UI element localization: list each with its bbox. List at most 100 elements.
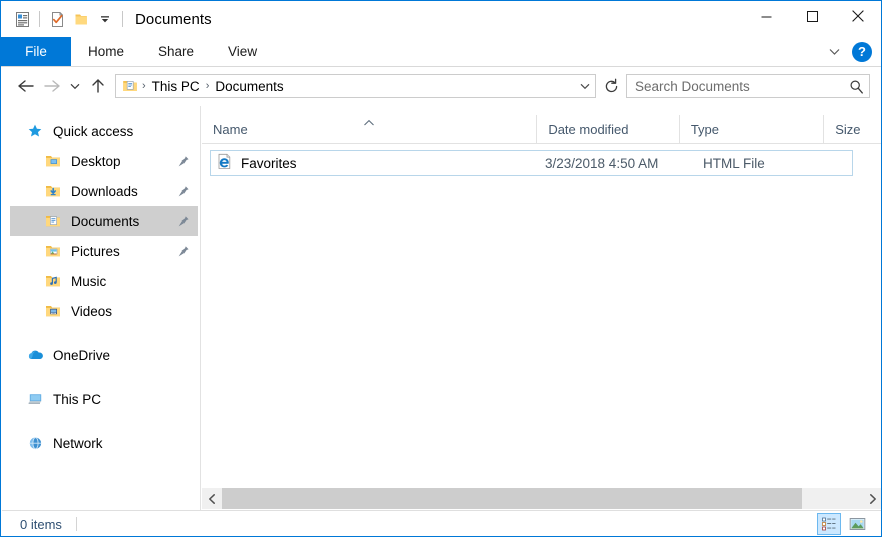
pin-icon[interactable] (177, 155, 190, 168)
tab-file[interactable]: File (1, 37, 71, 66)
scrollbar-thumb[interactable] (222, 488, 802, 509)
tab-share[interactable]: Share (141, 37, 211, 66)
sidebar-item-desktop[interactable]: Desktop (10, 146, 198, 176)
column-header-name[interactable]: Name (202, 115, 536, 143)
folder-downloads-icon (42, 183, 64, 199)
folder-music-icon (42, 273, 64, 289)
horizontal-scrollbar[interactable] (202, 488, 881, 509)
pin-icon[interactable] (177, 245, 190, 258)
folder-icon[interactable] (70, 8, 92, 30)
folder-documents-icon (42, 213, 64, 229)
sidebar-gap-1 (2, 326, 200, 340)
address-bar: › This PC › Documents (1, 67, 881, 105)
chevron-down-icon[interactable] (823, 41, 845, 63)
sidebar-label-onedrive: OneDrive (53, 347, 111, 363)
column-label-type: Type (690, 121, 719, 137)
sidebar-label-network: Network (53, 435, 103, 451)
ie-html-file-icon (216, 153, 233, 173)
sidebar-item-documents[interactable]: Documents (10, 206, 198, 236)
item-count-label: 0 items (20, 516, 62, 532)
pin-icon[interactable] (177, 215, 190, 228)
ribbon-tab-bar: File Home Share View ? (1, 37, 881, 67)
back-button[interactable] (13, 73, 39, 99)
new-folder-checkmark-icon[interactable] (46, 8, 68, 30)
documents-folder-icon (120, 78, 140, 94)
tab-home[interactable]: Home (71, 37, 141, 66)
status-bar: 0 items (2, 510, 881, 536)
search-box[interactable] (626, 74, 870, 98)
folder-pictures-icon (42, 243, 64, 259)
sidebar-label-pictures: Pictures (71, 243, 120, 259)
breadcrumb-documents[interactable]: Documents (211, 79, 287, 94)
sidebar-gap-2 (2, 370, 200, 384)
help-button[interactable]: ? (852, 41, 872, 62)
recent-locations-chevron-icon[interactable] (65, 73, 85, 99)
sidebar-item-downloads[interactable]: Downloads (10, 176, 198, 206)
breadcrumb-address-field[interactable]: › This PC › Documents (115, 74, 596, 98)
column-label-size: Size (835, 121, 861, 137)
file-type-cell: HTML File (703, 155, 765, 171)
pin-icon[interactable] (177, 185, 190, 198)
sidebar-item-videos[interactable]: Videos (10, 296, 198, 326)
up-button[interactable] (85, 73, 111, 99)
column-label-name: Name (213, 121, 248, 137)
sidebar-label-this-pc: This PC (53, 391, 102, 407)
breadcrumb-separator-0[interactable]: › (140, 80, 148, 92)
details-view-button[interactable] (817, 513, 841, 535)
scrollbar-track[interactable] (222, 488, 862, 509)
breadcrumb-separator-1[interactable]: › (204, 80, 212, 92)
sidebar-label-quick-access: Quick access (53, 123, 134, 139)
customize-chevron-icon[interactable] (94, 8, 116, 30)
toolbar-separator-2 (122, 11, 123, 27)
sidebar-label-downloads: Downloads (71, 183, 138, 199)
sidebar-label-documents: Documents (71, 213, 140, 229)
file-list-pane: Name Date modified Type Size Favorites 3… (202, 106, 881, 510)
sidebar-item-network[interactable]: Network (10, 428, 198, 458)
view-mode-buttons (817, 513, 869, 535)
breadcrumb-this-pc[interactable]: This PC (148, 79, 204, 94)
navigation-pane: Quick access Desktop Downloads Documents… (2, 106, 201, 510)
tab-view[interactable]: View (211, 37, 274, 66)
scroll-right-arrow-icon[interactable] (862, 488, 881, 509)
maximize-button[interactable] (789, 1, 835, 31)
column-label-date-modified: Date modified (548, 121, 629, 137)
scroll-left-arrow-icon[interactable] (202, 488, 222, 509)
onedrive-cloud-icon (24, 347, 46, 364)
sidebar-label-music: Music (71, 273, 107, 289)
this-pc-monitor-icon (24, 391, 46, 408)
sidebar-gap-3 (2, 414, 200, 428)
status-separator (75, 517, 77, 531)
address-dropdown-icon[interactable] (575, 80, 595, 92)
table-row[interactable]: Favorites 3/23/2018 4:50 AM HTML File (210, 150, 853, 176)
search-input[interactable] (627, 77, 843, 95)
search-icon[interactable] (843, 79, 869, 94)
sidebar-label-desktop: Desktop (71, 153, 121, 169)
column-headers: Name Date modified Type Size (202, 106, 881, 144)
refresh-button[interactable] (598, 73, 624, 99)
sidebar-item-quick-access[interactable]: Quick access (10, 116, 198, 146)
column-header-size[interactable]: Size (823, 115, 881, 143)
toolbar-separator-1 (39, 11, 40, 27)
file-date-modified-cell: 3/23/2018 4:50 AM (545, 155, 659, 171)
ribbon-right-controls: ? (823, 37, 881, 66)
minimize-button[interactable] (743, 1, 789, 31)
sidebar-item-this-pc[interactable]: This PC (10, 384, 198, 414)
file-name-text: Favorites (241, 155, 297, 171)
window-title: Documents (135, 10, 212, 28)
properties-icon[interactable] (11, 8, 33, 30)
file-name-cell[interactable]: Favorites (211, 153, 545, 173)
sort-ascending-caret-icon (202, 119, 536, 127)
star-icon (24, 123, 46, 139)
sidebar-item-music[interactable]: Music (10, 266, 198, 296)
folder-videos-icon (42, 303, 64, 319)
close-button[interactable] (835, 1, 881, 31)
column-header-date-modified[interactable]: Date modified (536, 115, 679, 143)
window-controls (743, 1, 881, 31)
sidebar-item-onedrive[interactable]: OneDrive (10, 340, 198, 370)
sidebar-item-pictures[interactable]: Pictures (10, 236, 198, 266)
column-header-type[interactable]: Type (678, 115, 823, 143)
large-icons-view-button[interactable] (845, 513, 869, 535)
sidebar-label-videos: Videos (71, 303, 113, 319)
title-bar: Documents (1, 1, 881, 37)
forward-button[interactable] (39, 73, 65, 99)
